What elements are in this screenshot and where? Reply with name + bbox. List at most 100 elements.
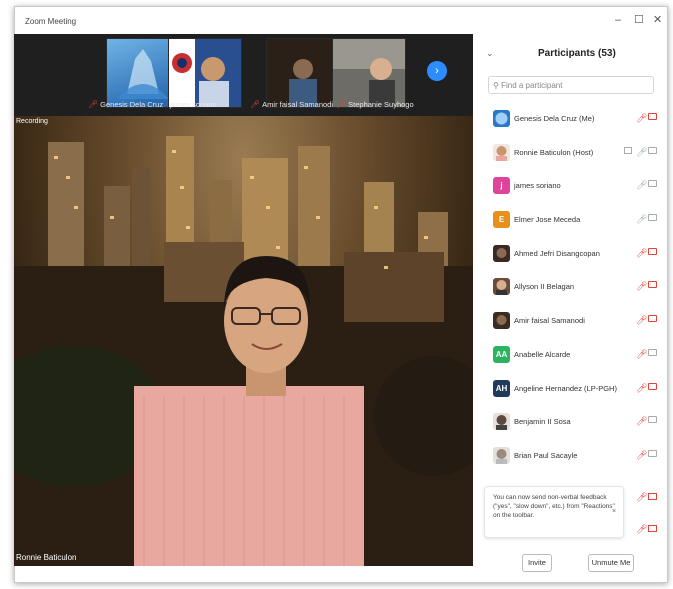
participant-row[interactable]: Amir faisal Samanodi 🎤︎ xyxy=(478,306,662,340)
thumbnail-name: james soriano xyxy=(170,100,217,109)
muted-mic-icon: 🎤︎ xyxy=(636,281,648,292)
participant-name: james soriano xyxy=(514,181,561,191)
avatar-image xyxy=(496,315,507,326)
thumbnail-video[interactable] xyxy=(332,38,406,108)
thumbnail-image xyxy=(333,39,405,107)
mic-on-icon: 🎤︎ xyxy=(636,214,648,225)
video-area: 🎤︎ Genesis Dela Cruz james soriano 🎤︎ Amir… xyxy=(14,34,473,566)
participant-search-input[interactable]: ⚲ Find a participant xyxy=(488,76,654,94)
muted-mic-icon: 🎤︎ xyxy=(636,416,648,427)
avatar xyxy=(493,143,510,161)
video-off-icon xyxy=(648,315,657,323)
avatar xyxy=(493,312,510,330)
video-on-icon xyxy=(648,449,657,457)
avatar xyxy=(493,110,510,127)
muted-mic-icon: 🎤︎ xyxy=(636,524,648,534)
muted-mic-icon: 🎤︎ xyxy=(636,348,648,359)
participant-name: Anabelle Alcarde xyxy=(514,349,571,359)
participant-name: Angeline Hernandez (LP-PGH) xyxy=(514,383,617,393)
video-off-icon xyxy=(648,281,657,289)
avatar: AA xyxy=(493,345,510,363)
avatar xyxy=(493,278,510,296)
video-on-icon xyxy=(648,214,657,222)
avatar-image xyxy=(496,448,507,464)
participant-name: Ronnie Baticulon (Host) xyxy=(514,147,594,157)
video-off-icon xyxy=(648,382,657,390)
video-off-icon xyxy=(648,113,657,120)
participants-title: Participants (53) xyxy=(538,48,616,59)
share-screen-icon xyxy=(624,146,632,154)
avatar xyxy=(493,446,510,464)
thumbnail-video[interactable] xyxy=(266,38,340,108)
participants-panel: ⌄ Participants (53) ⚲ Find a participant… xyxy=(478,34,662,572)
participant-row[interactable]: Benjamin II Sosa 🎤︎ xyxy=(478,407,662,441)
minimize-button[interactable]: – xyxy=(615,13,621,27)
participant-row[interactable]: Ahmed Jefri Disangcopan 🎤︎ xyxy=(478,239,662,273)
video-on-icon xyxy=(648,146,657,154)
thumbnail-name: 🎤︎ Amir faisal Samanodi xyxy=(250,100,334,109)
avatar-image xyxy=(495,112,508,125)
avatar-image xyxy=(496,145,507,161)
collapse-icon[interactable]: ⌄ xyxy=(486,48,494,59)
city-night-background xyxy=(14,136,473,566)
next-page-button[interactable]: › xyxy=(427,61,447,81)
tip-close-icon[interactable]: × xyxy=(612,508,616,515)
mic-on-icon: 🎤︎ xyxy=(636,180,648,191)
avatar: j xyxy=(493,177,510,195)
participant-name: Benjamin II Sosa xyxy=(514,417,571,427)
thumbnail-video[interactable] xyxy=(168,38,242,108)
participant-name: Amir faisal Samanodi xyxy=(514,316,585,326)
muted-mic-icon: 🎤︎ xyxy=(636,492,648,502)
thumbnail-image xyxy=(169,39,229,107)
participant-name: Brian Paul Sacayle xyxy=(514,450,578,460)
participant-row[interactable]: Allyson II Belagan 🎤︎ xyxy=(478,272,662,306)
muted-mic-icon: 🎤︎ xyxy=(336,100,347,109)
thumbnail-name: 🎤︎ Genesis Dela Cruz xyxy=(88,100,164,109)
participant-name: Allyson II Belagan xyxy=(514,282,575,292)
muted-mic-icon: 🎤︎ xyxy=(636,113,648,123)
avatar-image xyxy=(496,280,507,296)
participant-row[interactable]: AH Angeline Hernandez (LP-PGH) 🎤︎ xyxy=(478,374,662,408)
avatar xyxy=(493,244,510,262)
participant-name: Ahmed Jefri Disangcopan xyxy=(514,248,600,258)
avatar xyxy=(493,413,510,431)
thumbnail-strip: 🎤︎ Genesis Dela Cruz james soriano 🎤︎ Amir… xyxy=(14,34,473,116)
video-off-icon xyxy=(648,247,657,255)
reactions-tip: You can now send non-verbal feedback ("y… xyxy=(484,486,624,538)
video-on-icon xyxy=(648,348,657,356)
panel-header: ⌄ Participants (53) xyxy=(478,42,662,66)
participant-row[interactable]: Ronnie Baticulon (Host) 🎤︎ xyxy=(478,138,662,172)
recording-label: Recording xyxy=(16,118,48,125)
invite-button[interactable]: Invite xyxy=(522,554,552,572)
avatar: E xyxy=(493,211,510,229)
avatar-image xyxy=(496,247,507,258)
close-button[interactable]: ✕ xyxy=(653,13,662,27)
mic-on-icon: 🎤︎ xyxy=(636,146,648,157)
unmute-me-button[interactable]: Unmute Me xyxy=(588,554,634,572)
thumbnail-name: 🎤︎ Stephanie Suyhogo xyxy=(336,100,414,109)
avatar: AH xyxy=(493,379,510,397)
participant-row[interactable]: j james soriano 🎤︎ xyxy=(478,171,662,205)
participant-name: Elmer Jose Meceda xyxy=(514,215,581,225)
muted-mic-icon: 🎤︎ xyxy=(636,382,648,393)
participant-row[interactable]: E Elmer Jose Meceda 🎤︎ xyxy=(478,205,662,239)
search-icon: ⚲ xyxy=(493,81,502,90)
video-off-icon xyxy=(648,493,657,500)
thumbnail-image xyxy=(289,59,317,107)
muted-mic-icon: 🎤︎ xyxy=(636,315,648,326)
participant-name: Genesis Dela Cruz (Me) xyxy=(514,114,595,123)
video-on-icon xyxy=(648,416,657,424)
video-off-icon xyxy=(648,525,657,532)
maximize-button[interactable]: ☐ xyxy=(634,13,644,27)
participant-row[interactable]: Brian Paul Sacayle 🎤︎ xyxy=(478,441,662,475)
muted-mic-icon: 🎤︎ xyxy=(88,100,99,109)
window-title: Zoom Meeting xyxy=(25,17,77,26)
participant-row[interactable]: AA Anabelle Alcarde 🎤︎ xyxy=(478,340,662,374)
title-bar: Zoom Meeting – ☐ ✕ xyxy=(15,7,667,35)
muted-mic-icon: 🎤︎ xyxy=(250,100,261,109)
participant-row[interactable]: Genesis Dela Cruz (Me) 🎤︎ xyxy=(478,104,662,138)
video-on-icon xyxy=(648,180,657,188)
speaker-video[interactable]: Recording Ronnie Baticulon xyxy=(14,116,473,566)
muted-mic-icon: 🎤︎ xyxy=(636,247,648,258)
participant-list: Genesis Dela Cruz (Me) 🎤︎ Ronnie Baticul… xyxy=(478,104,662,475)
